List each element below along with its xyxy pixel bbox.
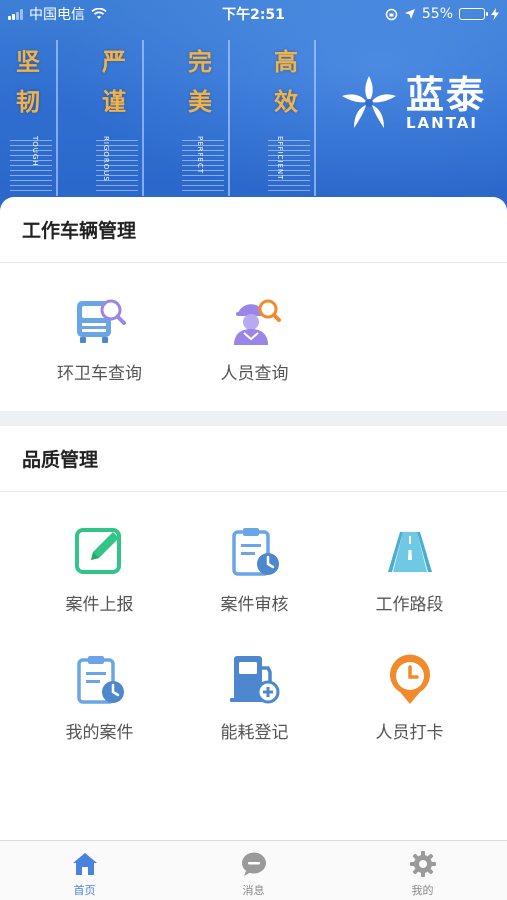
tile-staff-clock-in[interactable]: 人员打卡 <box>332 652 487 752</box>
tile-label: 环卫车查询 <box>57 364 142 384</box>
charging-icon <box>491 8 499 20</box>
poster-char: 高 <box>274 47 298 76</box>
tab-label: 首页 <box>73 884 96 897</box>
poster-char: 完 <box>188 47 212 76</box>
logo-en: LANTAI <box>406 114 478 132</box>
section-quality-management: 品质管理 案件上报 案件审核 工作路段 我的案件 能耗登记 人员打卡 <box>0 426 507 752</box>
tile-case-review[interactable]: 案件审核 <box>177 524 332 624</box>
tab-messages[interactable]: 消息 <box>169 841 338 900</box>
poster-en: EFFICIENT <box>275 136 284 181</box>
main-content: 工作车辆管理 环卫车查询 人员查询 品质管理 案件上报 案件审核 工作路段 我的… <box>0 197 507 840</box>
poster-char: 谨 <box>102 87 126 116</box>
road-icon <box>387 532 432 572</box>
header-banner: 中国电信 下午2:51 55% 坚韧 TOUGH 严 谨 RIGOROUS 完 … <box>0 0 507 222</box>
tile-label: 人员查询 <box>220 364 289 384</box>
tile-label: 我的案件 <box>65 723 134 743</box>
home-icon <box>72 853 97 875</box>
tile-label: 能耗登记 <box>220 723 289 743</box>
poster-char: 美 <box>188 87 212 116</box>
poster-en: PERFECT <box>195 136 204 175</box>
message-icon <box>241 852 266 876</box>
bottom-tab-bar: 首页 消息 我的 <box>0 840 507 900</box>
battery-percent: 55% <box>421 6 453 22</box>
lantai-star-icon <box>342 76 396 128</box>
lantai-logo: 蓝泰 LANTAI <box>338 72 486 134</box>
tab-label: 消息 <box>242 884 265 897</box>
section-title: 工作车辆管理 <box>0 197 507 263</box>
carrier-label: 中国电信 <box>29 7 85 23</box>
tile-label: 案件审核 <box>220 595 289 615</box>
tile-label: 案件上报 <box>65 595 134 615</box>
tile-my-cases[interactable]: 我的案件 <box>22 652 177 752</box>
tab-home[interactable]: 首页 <box>0 841 169 900</box>
section-divider <box>0 411 507 426</box>
tile-case-report[interactable]: 案件上报 <box>22 524 177 624</box>
battery-icon <box>459 8 488 20</box>
signal-icon <box>8 8 23 20</box>
location-arrow-icon <box>404 9 415 19</box>
poster-perfect: 完美 PERFECT <box>182 40 230 196</box>
tab-mine[interactable]: 我的 <box>338 841 507 900</box>
poster-efficient: 高效 EFFICIENT <box>268 40 316 196</box>
tile-personnel-query[interactable]: 人员查询 <box>177 293 332 411</box>
poster-char: 坚 <box>16 47 40 76</box>
clipboard-clock-icon <box>231 528 279 576</box>
worker-search-icon <box>233 299 281 345</box>
section-vehicle-management: 工作车辆管理 环卫车查询 人员查询 <box>0 197 507 411</box>
poster-char: 严 <box>102 47 126 76</box>
poster-rigorous: 严谨 RIGOROUS <box>96 40 144 196</box>
gear-icon <box>409 851 436 877</box>
tab-label: 我的 <box>411 884 434 897</box>
poster-char: 效 <box>274 87 298 116</box>
tile-label: 人员打卡 <box>375 723 444 743</box>
edit-report-icon <box>74 528 121 574</box>
clock-pin-icon <box>389 654 430 704</box>
sanitation-truck-search-icon <box>76 299 126 343</box>
my-cases-icon <box>76 656 124 704</box>
section-title: 品质管理 <box>0 426 507 492</box>
tile-work-road-section[interactable]: 工作路段 <box>332 524 487 624</box>
poster-char: 韧 <box>16 87 40 116</box>
tile-label: 工作路段 <box>375 595 444 615</box>
logo-cn: 蓝泰 <box>406 73 487 117</box>
poster-en: TOUGH <box>31 136 40 167</box>
wifi-icon <box>91 8 107 19</box>
tile-sanitation-truck-query[interactable]: 环卫车查询 <box>22 293 177 411</box>
status-bar: 中国电信 下午2:51 55% <box>0 0 507 28</box>
tile-energy-registration[interactable]: 能耗登记 <box>177 652 332 752</box>
fuel-pump-icon <box>229 656 279 704</box>
poster-tough: 坚韧 TOUGH <box>10 40 58 196</box>
rotation-lock-icon <box>385 8 398 20</box>
poster-en: RIGOROUS <box>102 136 111 182</box>
